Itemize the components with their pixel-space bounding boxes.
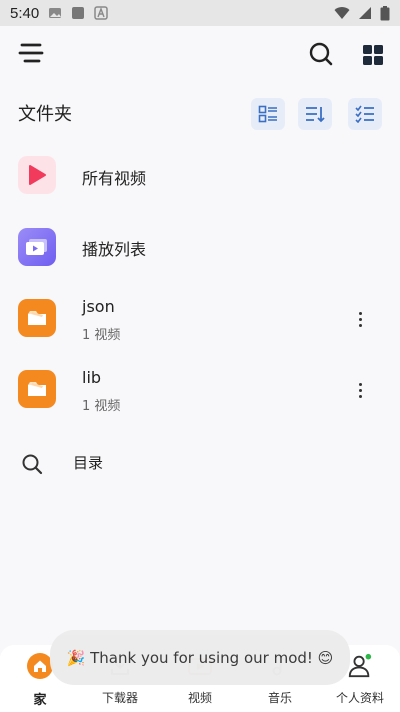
folder-json-thumbnail bbox=[18, 299, 56, 337]
folders-section-title: 文件夹 bbox=[18, 104, 72, 125]
item-title: lib bbox=[82, 368, 102, 387]
image-icon bbox=[49, 8, 62, 18]
play-icon bbox=[29, 165, 46, 185]
square-icon bbox=[72, 7, 85, 19]
more-options-icon[interactable] bbox=[352, 309, 368, 329]
playlist-icon bbox=[26, 239, 47, 255]
nav-label: 家 bbox=[33, 693, 47, 708]
status-bar: 5:40 bbox=[0, 0, 400, 26]
nav-label: 个人资料 bbox=[335, 691, 384, 705]
top-app-bar bbox=[0, 26, 400, 82]
signal-icon bbox=[359, 7, 371, 19]
nav-label: 视频 bbox=[187, 691, 212, 705]
checklist-button[interactable] bbox=[348, 98, 382, 130]
playlists-thumbnail bbox=[18, 228, 56, 266]
item-subtitle: 1 视频 bbox=[82, 328, 121, 343]
folder-icon bbox=[28, 311, 46, 325]
item-subtitle: 1 视频 bbox=[82, 399, 121, 414]
sort-button[interactable] bbox=[298, 98, 332, 130]
list-item-all-videos[interactable]: 所有视频 bbox=[0, 156, 400, 216]
directory-row[interactable]: 目录 bbox=[0, 450, 400, 478]
item-title: 所有视频 bbox=[82, 169, 147, 188]
list-item-folder-lib[interactable]: lib 1 视频 bbox=[0, 368, 400, 430]
item-title: json bbox=[82, 297, 115, 316]
list-view-icon bbox=[258, 105, 277, 123]
battery-icon bbox=[380, 5, 390, 20]
search-icon[interactable] bbox=[305, 38, 337, 70]
search-icon bbox=[22, 454, 43, 475]
more-options-icon[interactable] bbox=[352, 380, 368, 400]
nav-label: 音乐 bbox=[267, 691, 292, 705]
text-a-icon bbox=[94, 6, 108, 20]
status-time: 5:40 bbox=[10, 4, 40, 22]
sort-icon bbox=[306, 107, 325, 123]
toast-message: 🎉 Thank you for using our mod! 😊 bbox=[50, 630, 350, 685]
list-view-button[interactable] bbox=[251, 98, 285, 130]
folder-lib-thumbnail bbox=[18, 370, 56, 408]
profile-icon bbox=[347, 653, 373, 679]
item-title: 播放列表 bbox=[82, 240, 147, 259]
menu-icon[interactable] bbox=[14, 38, 48, 68]
all-videos-thumbnail bbox=[18, 156, 56, 194]
list-item-folder-json[interactable]: json 1 视频 bbox=[0, 297, 400, 359]
checklist-icon bbox=[355, 105, 374, 123]
list-item-playlists[interactable]: 播放列表 bbox=[0, 228, 400, 288]
nav-label: 下载器 bbox=[101, 691, 138, 705]
directory-label: 目录 bbox=[73, 454, 104, 472]
wifi-icon bbox=[334, 7, 350, 20]
grid-icon[interactable] bbox=[358, 40, 388, 70]
folder-icon bbox=[28, 382, 46, 396]
